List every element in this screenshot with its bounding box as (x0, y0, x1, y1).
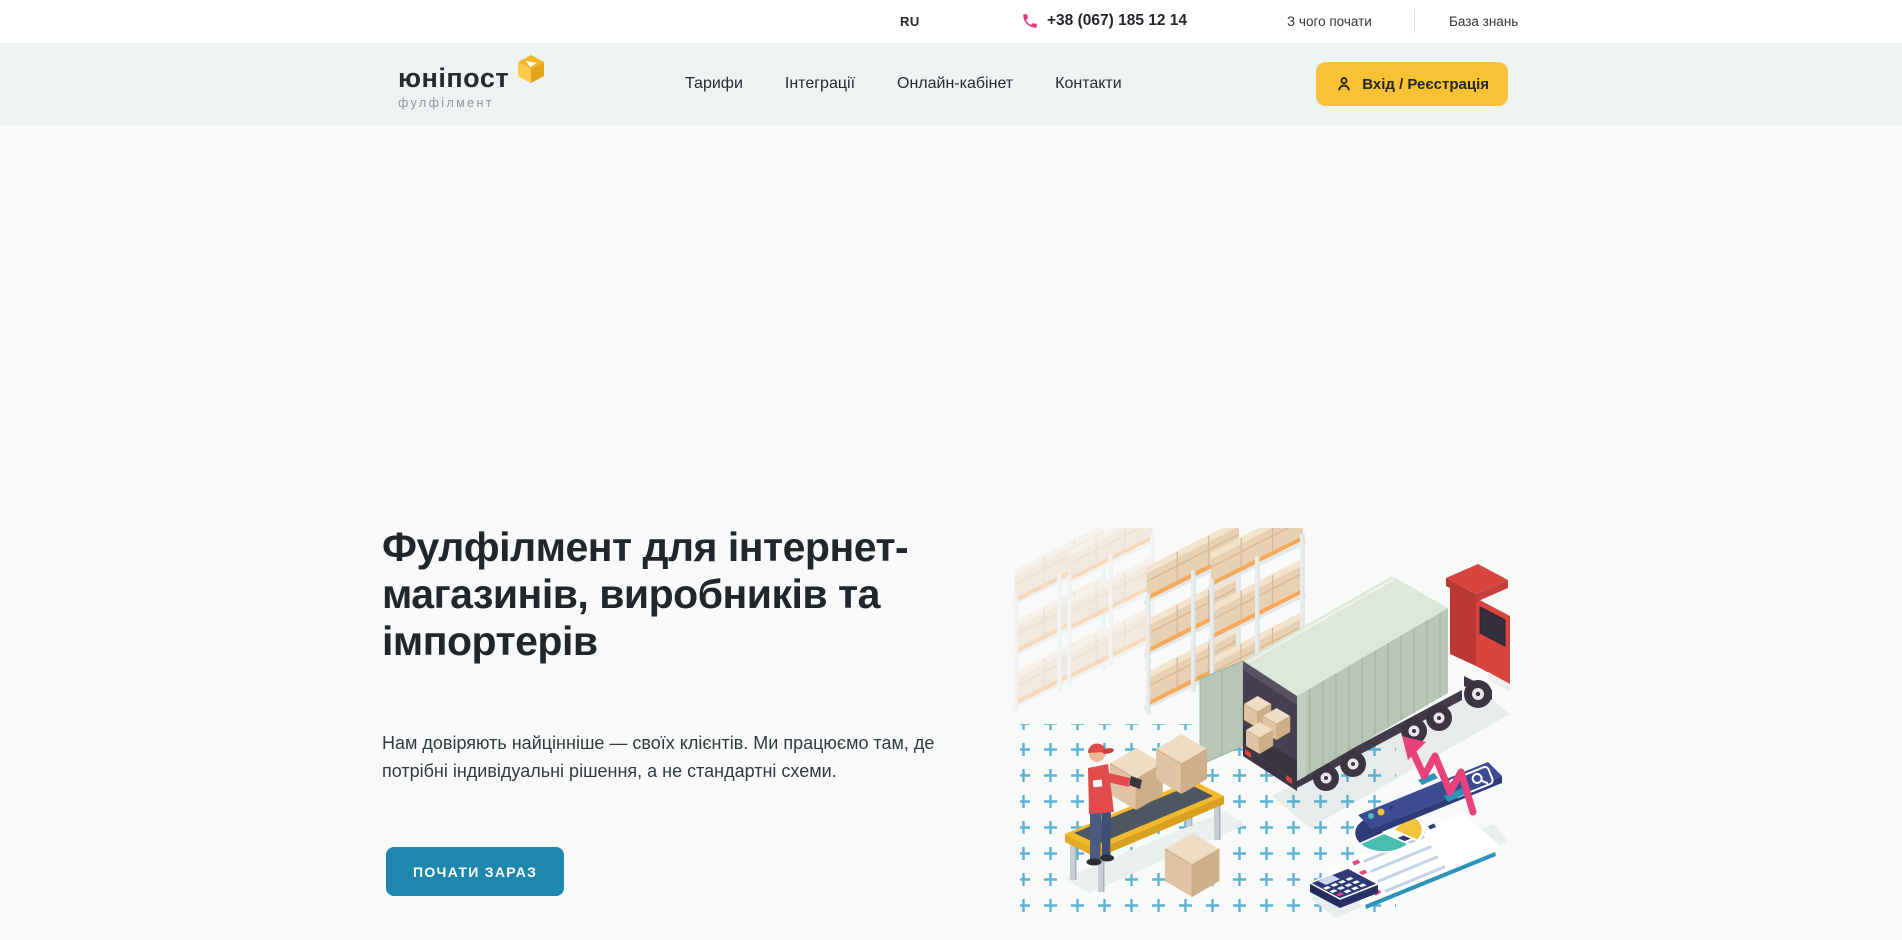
hero-section: Фулфілмент для інтернет- магазинів, виро… (0, 125, 1902, 940)
user-icon (1335, 75, 1353, 93)
start-now-button[interactable]: ПОЧАТИ ЗАРАЗ (386, 847, 564, 896)
main-nav: Тарифи Інтеграції Онлайн-кабінет Контакт… (685, 43, 1122, 125)
logo-tagline: фулфілмент (398, 96, 558, 110)
title-line-1: Фулфілмент для інтернет- (382, 524, 1082, 571)
language-switcher[interactable]: RU (900, 14, 920, 29)
hero-illustration (1010, 528, 1510, 920)
description-line-1: Нам довіряють найцінніше — своїх клієнті… (382, 730, 1002, 758)
page-title: Фулфілмент для інтернет- магазинів, виро… (382, 524, 1082, 665)
title-line-3: імпортерів (382, 618, 1082, 665)
hero-description: Нам довіряють найцінніше — своїх клієнті… (382, 730, 1002, 785)
nav-item-online-cabinet[interactable]: Онлайн-кабінет (897, 75, 1013, 93)
topbar-link-knowledge-base[interactable]: База знань (1449, 14, 1518, 29)
logo[interactable]: юніпост фулфілмент (398, 65, 558, 110)
topbar: RU +38 (067) 185 12 14 З чого почати Баз… (0, 0, 1902, 43)
site-header: юніпост фулфілмент Тарифи Інтеграції Онл… (0, 43, 1902, 125)
login-register-label: Вхід / Реєстрація (1362, 76, 1489, 93)
phone-icon (1021, 12, 1039, 30)
nav-item-integrations[interactable]: Інтеграції (785, 75, 855, 93)
topbar-divider (1414, 10, 1415, 33)
description-line-2: потрібні індивідуальні рішення, а не ста… (382, 758, 1002, 786)
phone-link[interactable]: +38 (067) 185 12 14 (1047, 12, 1187, 30)
topbar-link-getting-started[interactable]: З чого почати (1287, 14, 1372, 29)
cube-logo-icon (517, 54, 545, 84)
title-line-2: магазинів, виробників та (382, 571, 1082, 618)
nav-item-contacts[interactable]: Контакти (1055, 75, 1122, 93)
nav-item-tariffs[interactable]: Тарифи (685, 75, 743, 93)
login-register-button[interactable]: Вхід / Реєстрація (1316, 62, 1508, 106)
header-inner: юніпост фулфілмент Тарифи Інтеграції Онл… (381, 43, 1521, 125)
topbar-inner: RU +38 (067) 185 12 14 З чого почати Баз… (381, 0, 1521, 43)
page: RU +38 (067) 185 12 14 З чого почати Баз… (0, 0, 1902, 940)
